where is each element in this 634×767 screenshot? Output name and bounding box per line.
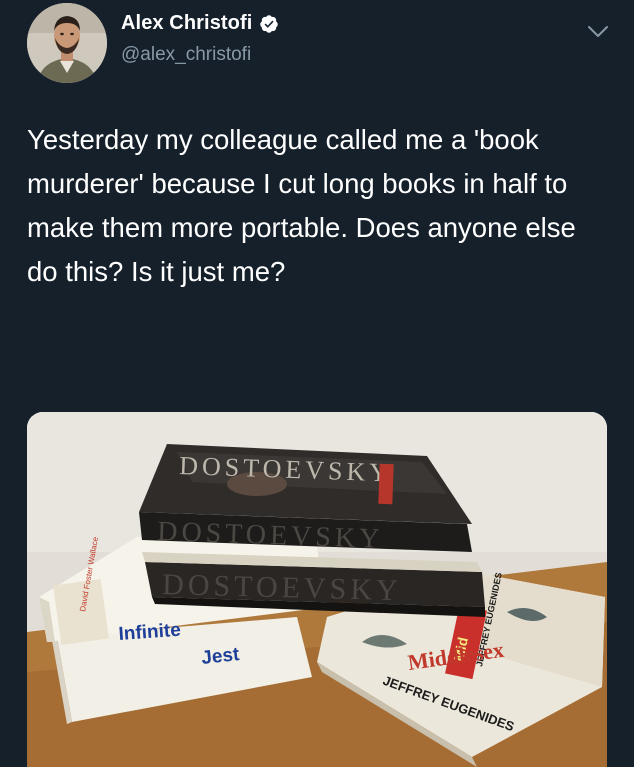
tweet-menu-button[interactable] — [585, 22, 611, 42]
tweet-text: Yesterday my colleague called me a 'book… — [27, 124, 576, 287]
avatar-image — [27, 3, 107, 83]
infinite-jest-title-2: Jest — [200, 644, 241, 669]
verified-badge-icon — [260, 14, 279, 33]
tweet: Alex Christofi @alex_christofi Yesterday… — [0, 0, 634, 767]
books-photo: Infinite Jest David Foster Wallace Mid J… — [27, 412, 607, 767]
author-handle[interactable]: @alex_christofi — [121, 44, 251, 66]
author-name-row[interactable]: Alex Christofi — [121, 12, 279, 35]
tweet-photo[interactable]: Infinite Jest David Foster Wallace Mid J… — [27, 412, 607, 767]
author-display-name[interactable]: Alex Christofi — [121, 12, 252, 35]
dostoevsky-bottom-title: DOSTOEVSKY — [162, 568, 402, 607]
infinite-jest-title: Infinite — [118, 620, 182, 645]
avatar[interactable] — [27, 3, 107, 83]
dostoevsky-book-top: DOSTOEVSKY DOSTOEVSKY — [139, 444, 472, 555]
chevron-down-icon — [588, 26, 608, 37]
